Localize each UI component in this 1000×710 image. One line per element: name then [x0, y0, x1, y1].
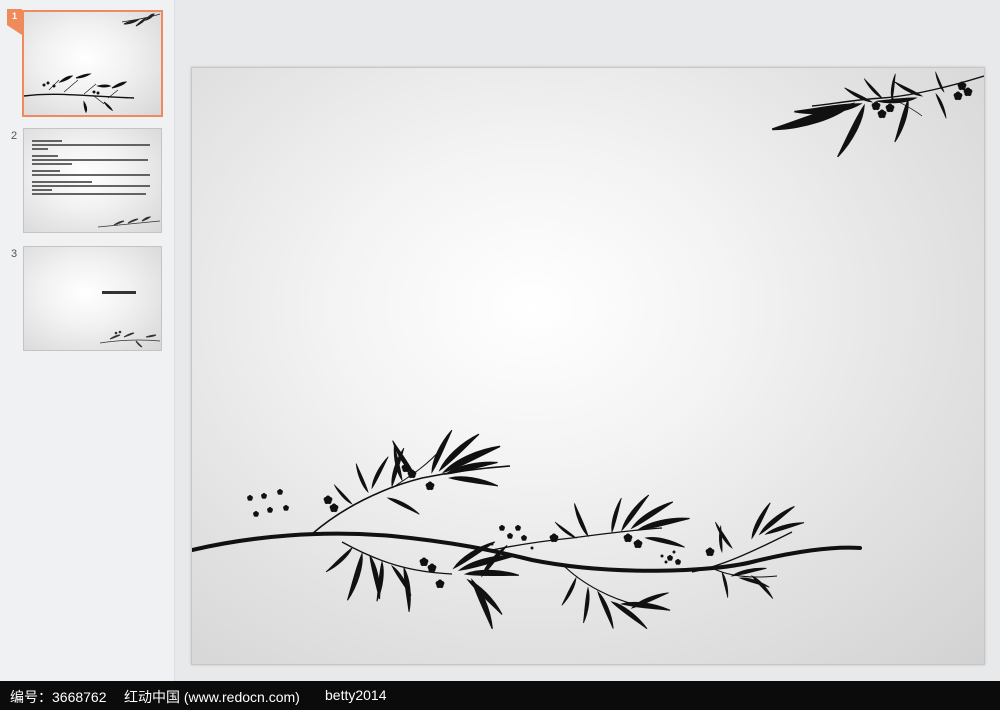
slide-2-number: 2 [11, 130, 18, 142]
footer-id-text: 编号：3668762 [10, 689, 107, 705]
slide-thumbnail-pane[interactable]: 1 2 3 [0, 0, 175, 681]
current-slide-canvas[interactable] [191, 67, 985, 665]
slide-thumbnail-1[interactable] [22, 10, 163, 117]
bamboo-branch-icon [97, 216, 161, 228]
footer-author-text: betty2014 [325, 687, 387, 703]
bamboo-branch-icon [24, 13, 161, 114]
slide-3-number: 3 [11, 248, 18, 260]
bamboo-branch-icon [99, 330, 161, 348]
slide-1-number-badge: 1 [7, 9, 22, 35]
slide-thumbnail-3[interactable] [23, 246, 162, 351]
footer-site-text: 红动中国 (www.redocn.com) [124, 689, 300, 705]
watermark-footer-bar: 编号：3668762 红动中国 (www.redocn.com) betty20… [0, 681, 1000, 710]
slide-editing-area[interactable] [175, 0, 1000, 681]
bamboo-branch-decoration-icon [192, 71, 984, 631]
slide-thumbnail-2[interactable] [23, 128, 162, 233]
